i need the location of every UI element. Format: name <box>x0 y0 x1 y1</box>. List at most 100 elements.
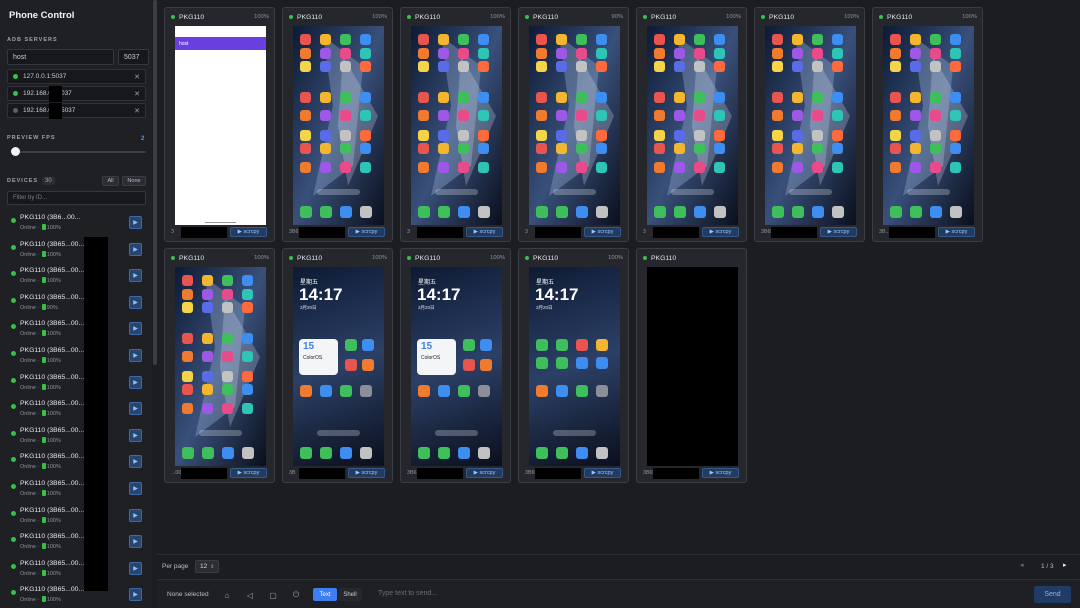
app-icon[interactable] <box>576 92 587 103</box>
app-icon[interactable] <box>478 34 489 45</box>
app-icon[interactable] <box>772 162 783 173</box>
app-icon[interactable] <box>890 162 901 173</box>
app-icon[interactable] <box>300 92 311 103</box>
app-icon[interactable] <box>654 110 665 121</box>
remove-server-icon[interactable]: ✕ <box>134 90 140 98</box>
app-icon[interactable] <box>320 162 331 173</box>
dock-icon[interactable] <box>890 206 902 218</box>
app-icon[interactable] <box>832 92 843 103</box>
app-icon[interactable] <box>674 48 685 59</box>
app-icon[interactable] <box>438 130 449 141</box>
app-icon[interactable] <box>832 110 843 121</box>
app-icon[interactable] <box>714 143 725 154</box>
app-icon[interactable] <box>714 162 725 173</box>
app-icon[interactable] <box>340 385 352 397</box>
app-icon[interactable] <box>576 385 588 397</box>
device-list-item[interactable]: PKG110 (3B65...00... Online · 100% ▶ <box>0 396 152 423</box>
app-icon[interactable] <box>345 359 357 371</box>
scrcpy-button[interactable]: ▶ scrcpy <box>466 468 503 478</box>
app-icon[interactable] <box>714 92 725 103</box>
app-icon[interactable] <box>300 130 311 141</box>
fps-slider-thumb[interactable] <box>11 147 20 156</box>
app-icon[interactable] <box>674 92 685 103</box>
app-icon[interactable] <box>300 110 311 121</box>
scrcpy-button[interactable]: ▶ scrcpy <box>348 227 385 237</box>
app-icon[interactable] <box>202 371 213 382</box>
app-icon[interactable] <box>674 34 685 45</box>
app-icon[interactable] <box>300 143 311 154</box>
app-icon[interactable] <box>654 130 665 141</box>
dock-icon[interactable] <box>596 206 608 218</box>
app-icon[interactable] <box>714 61 725 72</box>
coloros-widget[interactable]: 15 ColorOS <box>299 339 338 375</box>
app-icon[interactable] <box>340 130 351 141</box>
next-page-icon[interactable]: ▸ <box>1063 561 1067 569</box>
app-icon[interactable] <box>536 339 548 351</box>
app-icon[interactable] <box>950 48 961 59</box>
app-icon[interactable] <box>556 61 567 72</box>
open-device-button[interactable]: ▶ <box>129 295 142 309</box>
app-icon[interactable] <box>950 143 961 154</box>
app-icon[interactable] <box>418 143 429 154</box>
app-icon[interactable] <box>694 92 705 103</box>
app-icon[interactable] <box>458 130 469 141</box>
device-screen-preview[interactable]: 星期五 14:17 3月20日 15 ColorOS <box>293 267 384 466</box>
power-icon[interactable]: ⏻ <box>290 589 302 601</box>
app-icon[interactable] <box>792 110 803 121</box>
app-icon[interactable] <box>792 61 803 72</box>
app-icon[interactable] <box>463 359 475 371</box>
remove-server-icon[interactable]: ✕ <box>134 107 140 115</box>
dock-icon[interactable] <box>772 206 784 218</box>
dock-icon[interactable] <box>438 206 450 218</box>
app-icon[interactable] <box>772 110 783 121</box>
app-icon[interactable] <box>182 371 193 382</box>
dock-icon[interactable] <box>360 206 372 218</box>
app-icon[interactable] <box>792 143 803 154</box>
search-pill[interactable] <box>435 189 478 195</box>
app-icon[interactable] <box>930 143 941 154</box>
search-pill[interactable] <box>671 189 714 195</box>
app-icon[interactable] <box>654 162 665 173</box>
scrcpy-button[interactable]: ▶ scrcpy <box>348 468 385 478</box>
dock-icon[interactable] <box>536 447 548 459</box>
app-icon[interactable] <box>792 162 803 173</box>
app-icon[interactable] <box>300 385 312 397</box>
open-device-button[interactable]: ▶ <box>129 508 142 522</box>
device-screen-preview[interactable] <box>647 26 738 225</box>
app-icon[interactable] <box>674 130 685 141</box>
open-device-button[interactable]: ▶ <box>129 349 142 362</box>
dock-icon[interactable] <box>418 447 430 459</box>
app-icon[interactable] <box>360 110 371 121</box>
scrcpy-button[interactable]: ▶ scrcpy <box>820 227 857 237</box>
app-icon[interactable] <box>458 143 469 154</box>
app-icon[interactable] <box>812 92 823 103</box>
app-icon[interactable] <box>320 61 331 72</box>
app-icon[interactable] <box>320 92 331 103</box>
app-icon[interactable] <box>418 61 429 72</box>
app-icon[interactable] <box>438 162 449 173</box>
app-icon[interactable] <box>950 162 961 173</box>
app-icon[interactable] <box>596 61 607 72</box>
app-icon[interactable] <box>536 130 547 141</box>
recents-icon[interactable]: ▢ <box>267 589 279 601</box>
app-icon[interactable] <box>242 289 253 300</box>
app-icon[interactable] <box>360 34 371 45</box>
device-list-item[interactable]: PKG110 (3B65...00... Online · 100% ▶ <box>0 529 152 556</box>
scrcpy-button[interactable]: ▶ scrcpy <box>230 468 267 478</box>
app-icon[interactable] <box>832 48 843 59</box>
app-icon[interactable] <box>222 289 233 300</box>
device-screen-preview[interactable] <box>411 26 502 225</box>
app-icon[interactable] <box>910 110 921 121</box>
app-icon[interactable] <box>596 34 607 45</box>
select-none-button[interactable]: None <box>122 176 146 186</box>
app-icon[interactable] <box>418 92 429 103</box>
app-icon[interactable] <box>792 48 803 59</box>
scrcpy-button[interactable]: ▶ scrcpy <box>702 468 739 478</box>
app-icon[interactable] <box>910 162 921 173</box>
device-card[interactable]: PKG110 100% ...0000 ▶ scrcpy <box>164 248 275 483</box>
open-device-button[interactable]: ▶ <box>129 588 142 602</box>
app-icon[interactable] <box>576 130 587 141</box>
app-icon[interactable] <box>772 61 783 72</box>
app-icon[interactable] <box>182 289 193 300</box>
home-icon[interactable]: ⌂ <box>221 589 233 601</box>
